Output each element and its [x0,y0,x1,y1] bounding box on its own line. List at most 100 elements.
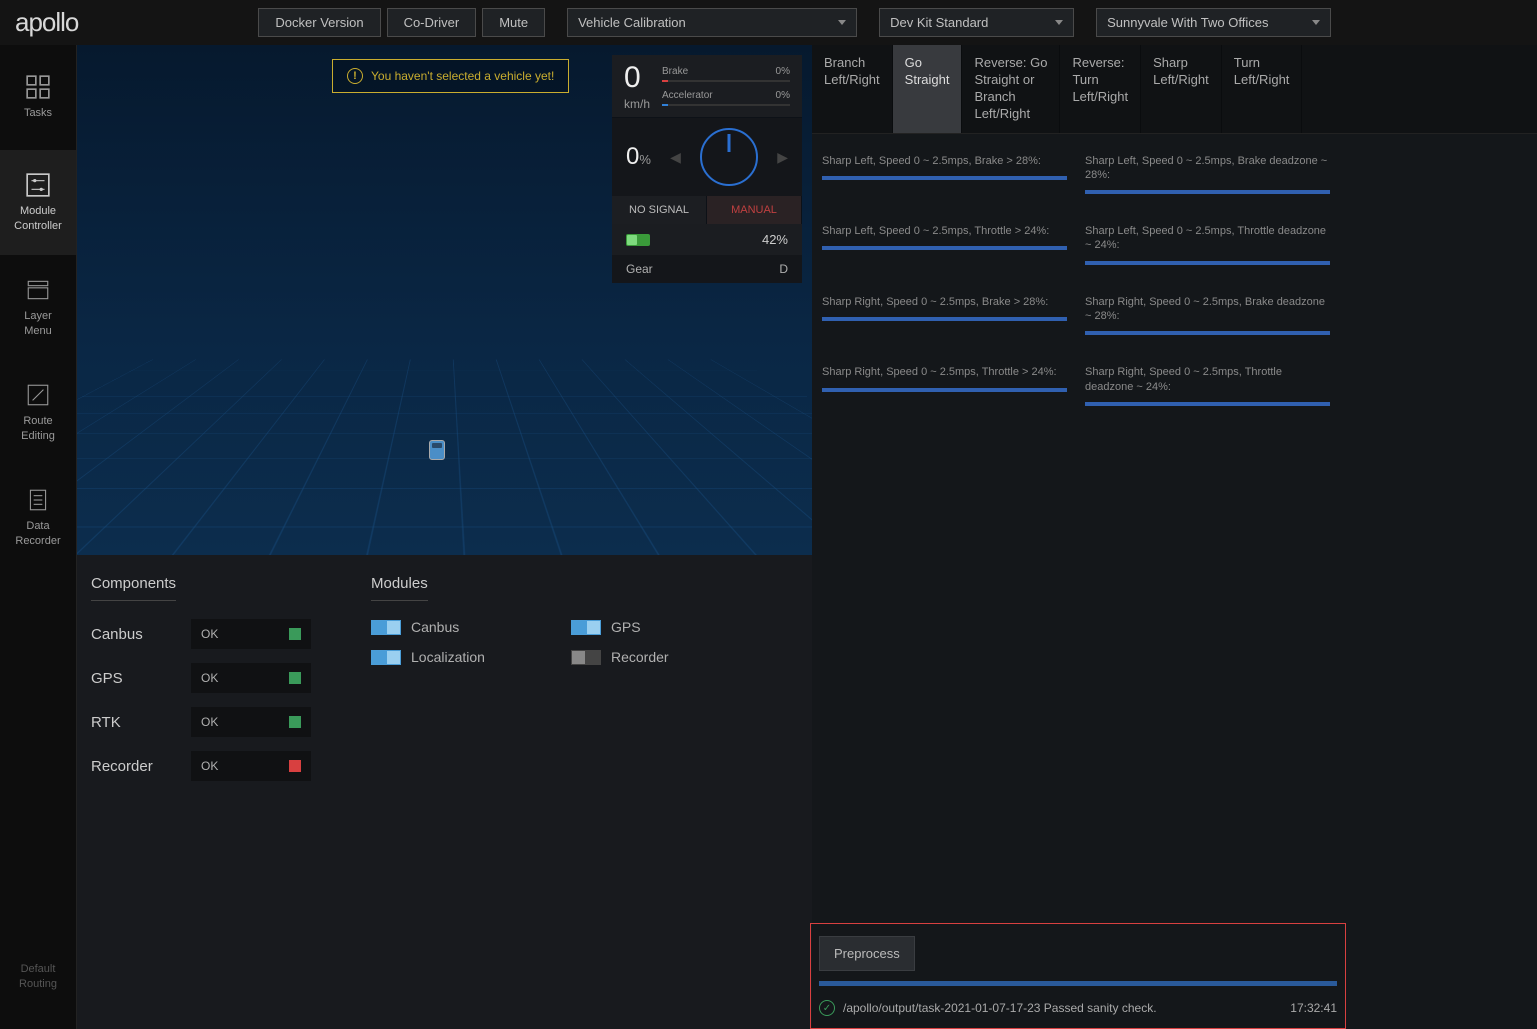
metric-item: Sharp Left, Speed 0 ~ 2.5mps, Brake > 28… [822,154,1067,195]
module-item: Canbus [371,619,521,635]
scenario-tab-turn[interactable]: Turn Left/Right [1222,45,1303,133]
module-item: Localization [371,649,521,665]
preprocess-progress [819,981,1337,986]
document-icon [25,487,51,513]
warning-text: You haven't selected a vehicle yet! [371,69,554,83]
sidebar-item-label: Default Routing [19,962,57,991]
viewport-3d[interactable]: ! You haven't selected a vehicle yet! 0 … [77,45,812,555]
log-message: /apollo/output/task-2021-01-07-17-23 Pas… [843,1001,1157,1015]
scenario-tab-branch[interactable]: Branch Left/Right [812,45,893,133]
component-row: RTK OK [91,707,341,737]
module-label: Localization [411,649,485,665]
caret-down-icon [1312,20,1320,25]
component-status: OK [191,619,311,649]
sidebar-item-default-routing[interactable]: Default Routing [0,924,76,1029]
warning-banner: ! You haven't selected a vehicle yet! [332,59,569,93]
sidebar-item-tasks[interactable]: Tasks [0,45,76,150]
module-toggle-recorder[interactable] [571,650,601,665]
preprocess-button[interactable]: Preprocess [819,936,915,971]
hud-speed: 0 [624,61,650,95]
module-item: GPS [571,619,721,635]
metric-item: Sharp Left, Speed 0 ~ 2.5mps, Throttle d… [1085,224,1330,265]
gear-label: Gear [626,262,653,276]
sidebar-item-module-controller[interactable]: Module Controller [0,150,76,255]
scenario-tab-sharp[interactable]: Sharp Left/Right [1141,45,1222,133]
warning-icon: ! [347,68,363,84]
module-toggle-localization[interactable] [371,650,401,665]
metric-progress [1085,402,1330,406]
scenario-tab-reverse-turn[interactable]: Reverse: Turn Left/Right [1060,45,1141,133]
sliders-icon [25,172,51,198]
scenario-tab-go-straight[interactable]: Go Straight [893,45,963,133]
docker-version-button[interactable]: Docker Version [258,8,380,37]
brake-label: Brake [662,66,688,77]
accel-pct: 0% [776,90,790,101]
driving-mode: MANUAL [707,196,802,224]
scenario-tab-reverse-go[interactable]: Reverse: Go Straight or Branch Left/Righ… [962,45,1060,133]
arrow-left-icon: ◀ [670,149,681,166]
module-item: Recorder [571,649,721,665]
battery-toggle[interactable] [626,234,650,246]
steering-dial [700,128,758,186]
module-label: Recorder [611,649,669,665]
component-name: RTK [91,714,191,731]
component-name: Recorder [91,758,191,775]
sidebar-item-label: Module Controller [14,204,62,233]
calibration-panel: Branch Left/Right Go Straight Reverse: G… [812,45,1537,1029]
preprocess-area: Preprocess ✓ /apollo/output/task-2021-01… [810,923,1346,1029]
sidebar-item-label: Data Recorder [15,519,60,548]
component-row: GPS OK [91,663,341,693]
gear-value: D [779,262,788,276]
component-name: Canbus [91,626,191,643]
accel-label: Accelerator [662,90,713,101]
tasks-icon [25,74,51,100]
sidebar: Tasks Module Controller Layer Menu Route… [0,45,77,1029]
modules-title: Modules [371,575,428,601]
map-select-value: Sunnyvale With Two Offices [1107,15,1268,30]
kit-select[interactable]: Dev Kit Standard [879,8,1074,37]
brake-pct: 0% [776,66,790,77]
sidebar-item-route-editing[interactable]: Route Editing [0,360,76,465]
component-status: OK [191,707,311,737]
metric-progress [822,388,1067,392]
brake-bar [662,80,790,82]
metric-item: Sharp Right, Speed 0 ~ 2.5mps, Brake > 2… [822,295,1067,336]
metric-item: Sharp Right, Speed 0 ~ 2.5mps, Brake dea… [1085,295,1330,336]
hud-steering: 0% ◀ ▶ [612,118,802,196]
accel-bar [662,104,790,106]
sidebar-item-label: Tasks [24,106,52,120]
map-select[interactable]: Sunnyvale With Two Offices [1096,8,1331,37]
check-icon: ✓ [819,1000,835,1016]
mode-select[interactable]: Vehicle Calibration [567,8,857,37]
component-row: Canbus OK [91,619,341,649]
edit-icon [25,382,51,408]
kit-select-value: Dev Kit Standard [890,15,988,30]
co-driver-button[interactable]: Co-Driver [387,8,477,37]
logo: apollo [15,7,78,38]
arrow-right-icon: ▶ [777,149,788,166]
sidebar-item-data-recorder[interactable]: Data Recorder [0,465,76,570]
metric-progress [1085,331,1330,335]
caret-down-icon [1055,20,1063,25]
sidebar-item-label: Route Editing [21,414,55,443]
scenario-tabs: Branch Left/Right Go Straight Reverse: G… [812,45,1537,134]
mode-select-value: Vehicle Calibration [578,15,686,30]
metrics-grid: Sharp Left, Speed 0 ~ 2.5mps, Brake > 28… [812,134,1537,426]
components-title: Components [91,575,176,601]
module-toggle-canbus[interactable] [371,620,401,635]
component-status: OK [191,663,311,693]
log-timestamp: 17:32:41 [1290,1001,1337,1015]
layers-icon [25,277,51,303]
mute-button[interactable]: Mute [482,8,545,37]
sidebar-item-label: Layer Menu [24,309,52,338]
metric-progress [822,317,1067,321]
signal-status: NO SIGNAL [612,196,707,224]
hud-speed-unit: km/h [624,97,650,111]
module-toggle-gps[interactable] [571,620,601,635]
module-label: Canbus [411,619,459,635]
status-indicator [289,716,301,728]
sidebar-item-layer-menu[interactable]: Layer Menu [0,255,76,360]
steer-value: 0 [626,143,639,170]
hud-panel: 0 km/h Brake 0% Accelerator 0% [612,55,802,283]
status-indicator [289,672,301,684]
